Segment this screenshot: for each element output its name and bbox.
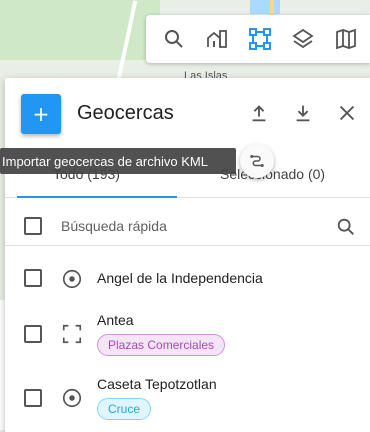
layers-icon	[292, 28, 314, 49]
item-checkbox[interactable]	[24, 389, 42, 407]
search-icon[interactable]	[335, 216, 357, 238]
item-checkbox[interactable]	[24, 325, 42, 343]
layers-button[interactable]	[284, 19, 323, 59]
map-icon	[336, 28, 357, 50]
panel-title: Geocercas	[77, 102, 174, 124]
plus-icon: +	[32, 102, 50, 126]
search-row: Búsqueda rápida	[5, 206, 370, 246]
list-item[interactable]: Angel de la Independencia	[5, 256, 370, 300]
item-checkbox[interactable]	[24, 269, 42, 287]
search-icon	[164, 30, 183, 48]
import-kml-button[interactable]	[240, 144, 274, 178]
item-name: Angel de la Independencia	[97, 270, 263, 286]
select-area-button[interactable]	[240, 19, 279, 59]
route-icon	[250, 155, 264, 167]
add-geofence-button[interactable]: +	[21, 94, 61, 134]
list-item[interactable]: Antea Plazas Comerciales	[5, 306, 370, 362]
search-input[interactable]: Búsqueda rápida	[61, 218, 167, 234]
close-icon	[339, 105, 355, 121]
map-type-button[interactable]	[327, 19, 366, 59]
item-name: Antea	[97, 312, 134, 328]
import-kml-tooltip: Importar geocercas de archivo KML	[0, 148, 236, 174]
circle-geofence-icon	[61, 387, 83, 409]
active-tab-indicator	[17, 196, 177, 198]
download-icon	[296, 105, 310, 122]
polygon-geofence-icon	[61, 323, 83, 345]
category-badge: Cruce	[97, 398, 152, 420]
close-button[interactable]	[334, 100, 360, 126]
download-button[interactable]	[290, 100, 316, 126]
upload-icon	[252, 105, 266, 122]
category-badge: Plazas Comerciales	[97, 334, 226, 356]
select-all-checkbox[interactable]	[24, 217, 42, 235]
buildings-icon	[206, 30, 227, 48]
item-name: Caseta Tepotzotlan	[97, 376, 217, 392]
list-item[interactable]: Caseta Tepotzotlan Cruce	[5, 370, 370, 426]
buildings-button[interactable]	[197, 19, 236, 59]
circle-geofence-icon	[61, 268, 83, 290]
map-toolbar	[146, 15, 370, 63]
geofences-panel: + Geocercas Todo (193) Seleccionado (0) …	[5, 78, 370, 432]
search-button[interactable]	[154, 19, 193, 59]
select-area-icon	[249, 28, 271, 50]
upload-button[interactable]	[246, 100, 272, 126]
